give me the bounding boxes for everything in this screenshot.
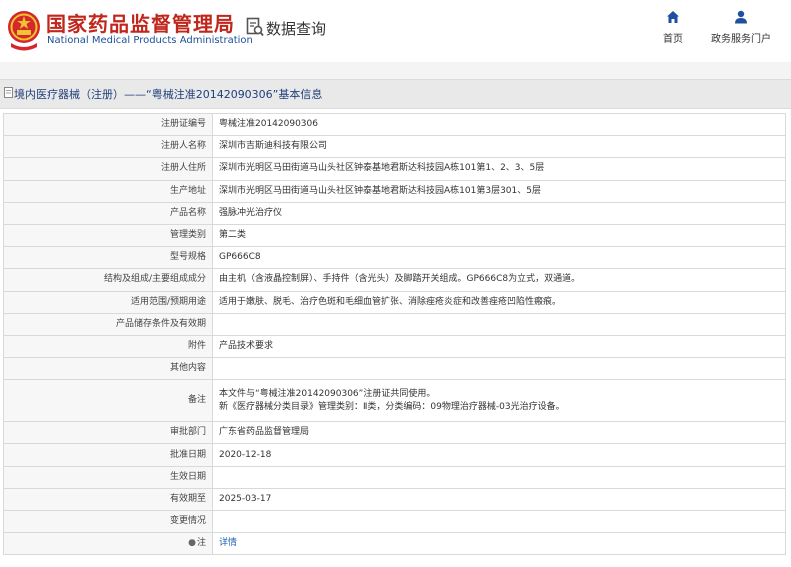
table-row: 注册人名称 深圳市吉斯迪科技有限公司 — [3, 135, 786, 159]
row-label: 注册人住所 — [3, 157, 213, 181]
row-value — [212, 509, 786, 534]
row-value: 由主机（含液晶控制屏）、手持件（含光头）及脚踏开关组成。GP666C8为立式，双… — [212, 268, 786, 292]
row-value: 深圳市吉斯迪科技有限公司 — [212, 135, 786, 159]
table-row: 产品名称 强脉冲光治疗仪 — [3, 201, 786, 225]
row-label: 备注 — [3, 379, 213, 423]
row-label: 产品名称 — [3, 201, 213, 225]
table-row-remark: 备注 本文件与“粤械注准20142090306”注册证共同使用。 新《医疗器械分… — [3, 379, 786, 423]
table-row: 附件 产品技术要求 — [3, 334, 786, 359]
nav-home[interactable]: 首页 — [655, 10, 691, 50]
table-row: 其他内容 — [3, 357, 786, 381]
table-row: 注册人住所 深圳市光明区马田街道马山头社区钟泰基地君斯达科技园A栋101第1、2、… — [3, 157, 786, 181]
table-row: 结构及组成/主要组成成分 由主机（含液晶控制屏）、手持件（含光头）及脚踏开关组成。… — [3, 268, 786, 292]
header-gap — [0, 62, 791, 79]
table-row: 变更情况 — [3, 509, 786, 534]
brand-name-en[interactable]: National Medical Products Administration — [47, 35, 253, 46]
remark-line-2: 新《医疗器械分类目录》管理类别：Ⅱ类，分类编码：09物理治疗器械-03光治疗设备… — [219, 401, 565, 412]
row-label: 其他内容 — [3, 357, 213, 381]
row-value — [212, 465, 786, 489]
table-row: 生产地址 深圳市光明区马田街道马山头社区钟泰基地君斯达科技园A栋101第3层301… — [3, 179, 786, 203]
row-value-note: 详情 — [212, 532, 786, 556]
user-icon — [735, 10, 747, 24]
row-value — [212, 357, 786, 381]
row-label: 批准日期 — [3, 443, 213, 467]
row-label: 产品储存条件及有效期 — [3, 312, 213, 336]
table-row-note: ●注 详情 — [3, 532, 786, 556]
detail-table: 注册证编号 粤械注准20142090306 注册人名称 深圳市吉斯迪科技有限公司 注册人… — [3, 112, 786, 556]
table-row: 批准日期 2020-12-18 — [3, 443, 786, 467]
row-label: 变更情况 — [3, 509, 213, 534]
row-value-remark: 本文件与“粤械注准20142090306”注册证共同使用。 新《医疗器械分类目录… — [212, 379, 786, 423]
table-row: 型号规格 GP666C8 — [3, 246, 786, 270]
row-value: 广东省药品监督管理局 — [212, 421, 786, 445]
data-search-icon — [246, 17, 264, 37]
row-label: 结构及组成/主要组成成分 — [3, 268, 213, 292]
table-row: 管理类别 第二类 — [3, 223, 786, 248]
nav-service-portal[interactable]: 政务服务门户 — [710, 10, 772, 50]
row-value: 适用于嫩肤、脱毛、治疗色斑和毛细血管扩张、消除痤疮炎症和改善痤疮凹陷性瘢痕。 — [212, 290, 786, 314]
row-value: 2025-03-17 — [212, 487, 786, 512]
detail-link[interactable]: 详情 — [219, 538, 237, 548]
row-label: 注册人名称 — [3, 135, 213, 159]
row-value: 深圳市光明区马田街道马山头社区钟泰基地君斯达科技园A栋101第1、2、3、5层 — [212, 157, 786, 181]
row-value: 产品技术要求 — [212, 334, 786, 359]
row-label: 生效日期 — [3, 465, 213, 489]
row-label: 注册证编号 — [3, 112, 213, 137]
data-query-label: 数据查询 — [266, 20, 327, 38]
site-header: 国家药品监督管理局 National Medical Products Admi… — [0, 0, 791, 62]
table-row: 有效期至 2025-03-17 — [3, 487, 786, 512]
row-label-note: ●注 — [3, 532, 213, 556]
row-label: 有效期至 — [3, 487, 213, 512]
row-label: 适用范围/预期用途 — [3, 290, 213, 314]
table-row: 适用范围/预期用途 适用于嫩肤、脱毛、治疗色斑和毛细血管扩张、消除痤疮炎症和改善痤… — [3, 290, 786, 314]
row-value: 强脉冲光治疗仪 — [212, 201, 786, 225]
table-row: 产品储存条件及有效期 — [3, 312, 786, 336]
row-value: 粤械注准20142090306 — [212, 112, 786, 137]
note-label: 注 — [196, 538, 206, 549]
remark-line-1: 本文件与“粤械注准20142090306”注册证共同使用。 — [219, 388, 436, 399]
breadcrumb-text: 境内医疗器械（注册）——“粤械注准20142090306”基本信息 — [14, 88, 323, 101]
pin-icon: ● — [188, 538, 196, 549]
row-label: 附件 — [3, 334, 213, 359]
row-label: 审批部门 — [3, 421, 213, 445]
row-value — [212, 312, 786, 336]
table-row: 生效日期 — [3, 465, 786, 489]
table-row: 审批部门 广东省药品监督管理局 — [3, 421, 786, 445]
national-emblem-icon — [8, 11, 40, 51]
document-icon — [4, 87, 13, 98]
row-value: 深圳市光明区马田街道马山头社区钟泰基地君斯达科技园A栋101第3层301、5层 — [212, 179, 786, 203]
row-value: 第二类 — [212, 223, 786, 248]
nav-portal-label: 政务服务门户 — [711, 34, 771, 45]
row-label: 型号规格 — [3, 246, 213, 270]
row-label: 生产地址 — [3, 179, 213, 203]
nav-home-label: 首页 — [663, 34, 683, 45]
breadcrumb: 境内医疗器械（注册）——“粤械注准20142090306”基本信息 — [0, 79, 791, 109]
row-label: 管理类别 — [3, 223, 213, 248]
brand-name-cn[interactable]: 国家药品监督管理局 — [46, 8, 235, 37]
row-value: 2020-12-18 — [212, 443, 786, 467]
row-value: GP666C8 — [212, 246, 786, 270]
home-icon — [667, 11, 679, 23]
table-row: 注册证编号 粤械注准20142090306 — [3, 112, 786, 137]
